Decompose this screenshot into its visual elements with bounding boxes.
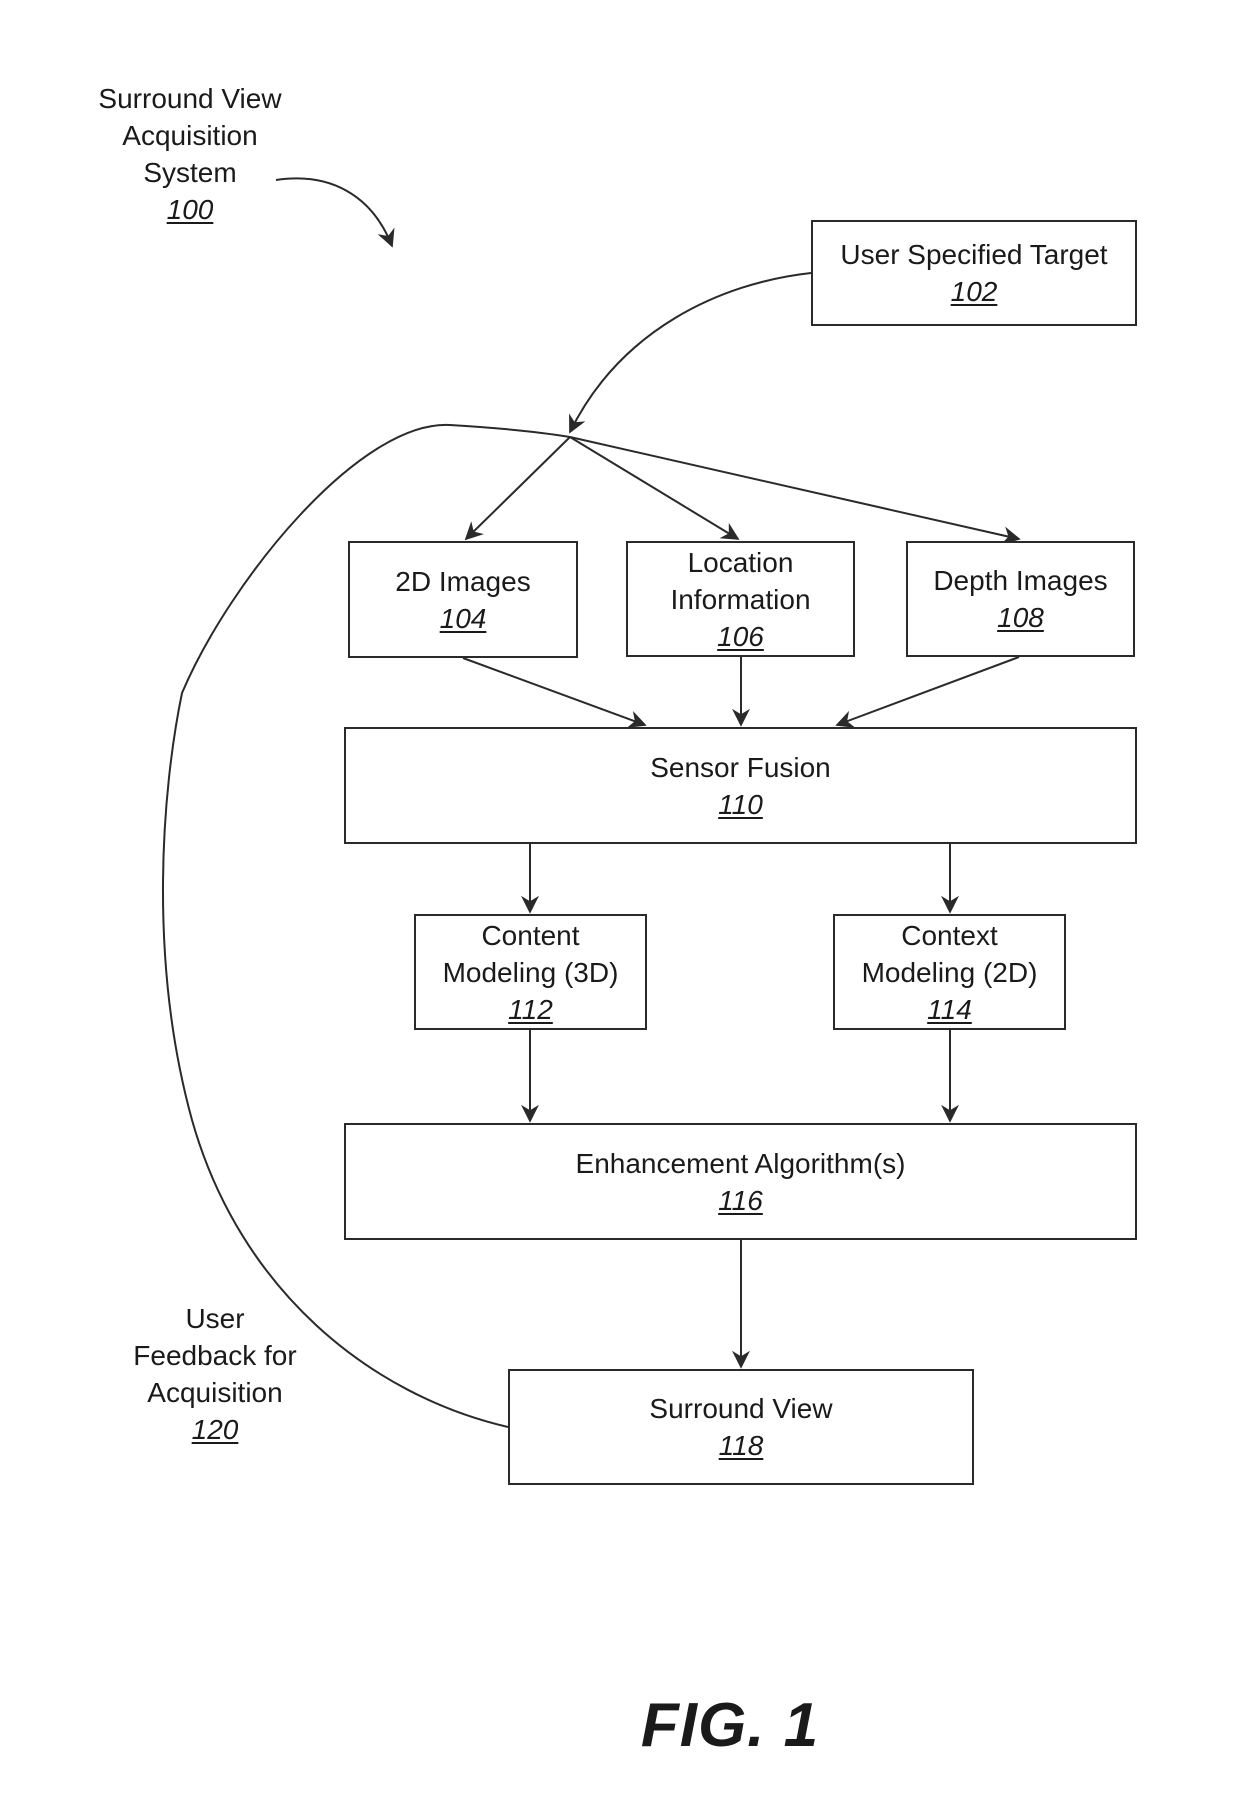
node-ref-number: 108 bbox=[997, 602, 1044, 633]
node-2d-images: 2D Images 104 bbox=[348, 541, 578, 658]
node-ref-number: 114 bbox=[927, 993, 972, 1025]
system-label: Surround View Acquisition System 100 bbox=[70, 80, 310, 228]
node-title: Context bbox=[901, 919, 998, 951]
node-title: Content bbox=[481, 919, 580, 951]
edge-target-to-merge bbox=[569, 272, 812, 434]
feedback-label: User Feedback for Acquisition 120 bbox=[100, 1300, 330, 1448]
node-ref-number: 116 bbox=[718, 1184, 763, 1216]
feedback-label-line: Acquisition bbox=[147, 1377, 283, 1408]
node-title: Modeling (3D) bbox=[442, 956, 619, 988]
system-label-line: Surround View bbox=[98, 83, 282, 114]
node-ref-number: 106 bbox=[717, 620, 764, 652]
node-ref-number: 118 bbox=[718, 1430, 764, 1461]
node-ref-number: 102 bbox=[950, 276, 998, 307]
node-title: 2D Images bbox=[395, 565, 531, 597]
feedback-label-line: Feedback for bbox=[133, 1340, 297, 1371]
node-sensor-fusion: Sensor Fusion 110 bbox=[344, 727, 1137, 844]
node-title: Depth Images bbox=[933, 565, 1108, 596]
figure-caption: FIG. 1 bbox=[640, 1691, 820, 1760]
edge-merge-to-location bbox=[569, 436, 740, 540]
node-content-modeling: Content Modeling (3D) 112 bbox=[414, 914, 647, 1030]
edge-merge-to-2d-images bbox=[464, 436, 571, 541]
edge-merge-to-depth bbox=[569, 436, 1021, 545]
system-label-line: Acquisition bbox=[122, 120, 258, 151]
node-depth-images: Depth Images 108 bbox=[906, 541, 1135, 657]
node-location-information: Location Information 106 bbox=[626, 541, 855, 657]
node-title: Location bbox=[687, 546, 794, 578]
node-title: Information bbox=[670, 583, 811, 615]
node-ref-number: 112 bbox=[508, 993, 553, 1025]
node-context-modeling: Context Modeling (2D) 114 bbox=[833, 914, 1066, 1030]
system-label-line: System bbox=[143, 157, 237, 188]
node-title: Enhancement Algorithm(s) bbox=[575, 1147, 906, 1179]
node-title: Modeling (2D) bbox=[861, 956, 1038, 988]
node-enhancement-algorithms: Enhancement Algorithm(s) 116 bbox=[344, 1123, 1137, 1240]
feedback-label-line: User bbox=[185, 1303, 245, 1334]
node-ref-number: 104 bbox=[439, 602, 487, 634]
node-surround-view: Surround View 118 bbox=[508, 1369, 974, 1485]
node-title: User Specified Target bbox=[840, 239, 1108, 270]
feedback-ref-number: 120 bbox=[191, 1414, 239, 1445]
edge-depth-to-fusion bbox=[835, 656, 1020, 728]
edge-2d-images-to-fusion bbox=[462, 657, 647, 728]
node-title: Surround View bbox=[649, 1393, 833, 1424]
node-title: Sensor Fusion bbox=[650, 751, 831, 783]
node-ref-number: 110 bbox=[718, 788, 763, 820]
node-user-specified-target: User Specified Target 102 bbox=[811, 220, 1137, 326]
system-ref-number: 100 bbox=[166, 194, 214, 225]
